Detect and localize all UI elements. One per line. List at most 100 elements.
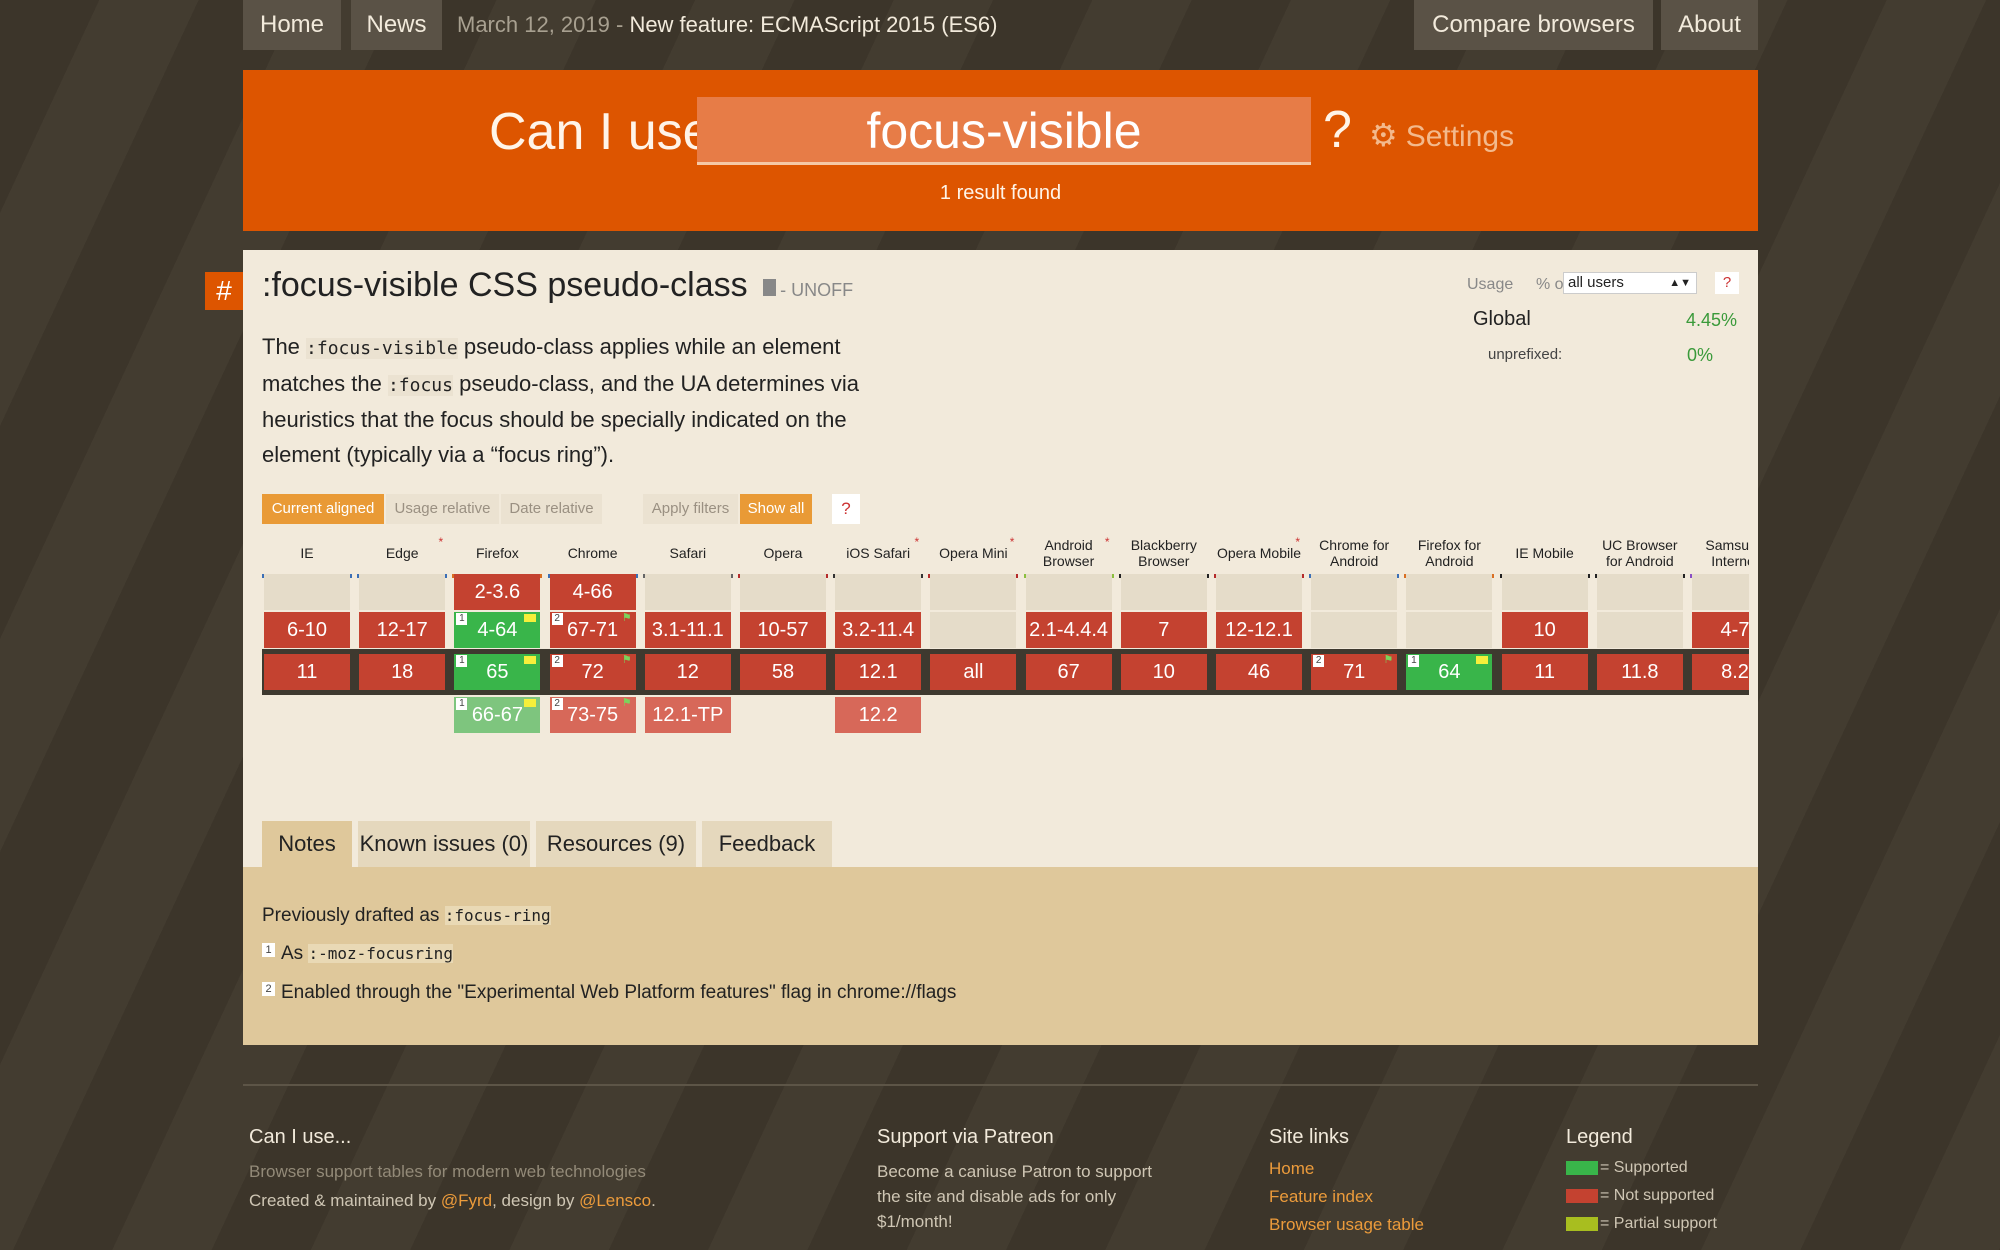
search-input[interactable]: focus-visible [697,97,1311,165]
browser-header-chrome[interactable]: Chrome [547,532,638,578]
support-cell[interactable]: 11 [264,654,350,690]
footer-patreon: Support via Patreon Become a caniuse Pat… [877,1126,1167,1234]
usage-unprefixed-label: unprefixed: [1488,346,1563,363]
browser-header-opera-mini[interactable]: Opera Mini * [928,532,1019,578]
support-cell[interactable]: 67 [1025,654,1112,690]
support-cell[interactable]: 10 [1120,654,1207,690]
support-cell[interactable]: 2-3.6 [454,574,541,610]
browser-header-ie-mobile[interactable]: IE Mobile [1499,532,1590,578]
browser-header-firefox[interactable]: Firefox [452,532,543,578]
star-icon: * [914,535,920,549]
filter-usage-relative[interactable]: Usage relative [386,494,499,524]
version-range: 4-66 [572,581,613,603]
filter-show-all[interactable]: Show all [740,494,812,524]
version-range: 11 [1534,661,1555,683]
support-cell[interactable]: 67-71 2 ⚑ [549,612,636,648]
usage-global-label: Global [1473,308,1531,330]
lensco-link[interactable]: @Lensco [579,1191,651,1210]
support-cell[interactable]: 46 [1216,654,1302,690]
support-cell[interactable]: 58 [740,654,826,690]
support-cell[interactable]: 18 [359,654,446,690]
prefix-icon [524,614,537,622]
support-cell[interactable]: 4-7 [1692,612,1749,648]
support-cell[interactable]: 6-10 [264,612,350,648]
support-cell[interactable]: 73-75 2 ⚑ [549,697,636,733]
nav-home[interactable]: Home [243,0,341,50]
browser-header-opera[interactable]: Opera [738,532,828,578]
desc-code: :focus-visible [306,338,458,359]
footer-link-home[interactable]: Home [1269,1159,1489,1179]
footer-patreon-text[interactable]: Become a caniuse Patron to support the s… [877,1159,1167,1234]
filter-date-relative[interactable]: Date relative [501,494,602,524]
browser-header-blackberry-browser[interactable]: Blackberry Browser [1118,532,1209,578]
filter-current-aligned[interactable]: Current aligned [262,494,384,524]
support-cell[interactable]: 72 2 ⚑ [549,654,636,690]
support-cell-empty [1120,574,1207,610]
browser-header-opera-mobile[interactable]: Opera Mobile * [1214,532,1304,578]
usage-select[interactable]: all users ▲▼ [1563,272,1697,294]
support-cell[interactable]: 8.2 [1692,654,1749,690]
support-cell[interactable]: 3.1-11.1 [644,612,731,648]
support-cell[interactable]: 11.8 [1596,654,1683,690]
support-cell[interactable]: 12-17 [359,612,446,648]
support-cell-empty [644,574,731,610]
browser-header-firefox-for-android[interactable]: Firefox for Android [1404,532,1495,578]
filter-help-button[interactable]: ? [832,494,860,524]
news-title-link[interactable]: New feature: ECMAScript 2015 (ES6) [629,12,997,37]
support-cell[interactable]: 12.1 [835,654,922,690]
browser-header-safari[interactable]: Safari [642,532,733,578]
browser-name: UC Browser for Android [1602,537,1678,569]
support-cell[interactable]: 4-66 [549,574,636,610]
support-cell[interactable]: 10 [1501,612,1588,648]
support-cell[interactable]: all [930,654,1017,690]
browser-header-android-browser[interactable]: Android Browser * [1023,532,1114,578]
support-cell[interactable]: 12-12.1 [1216,612,1302,648]
support-cell[interactable]: 12.2 [835,697,922,733]
feature-title: :focus-visible CSS pseudo-class [262,266,748,304]
browser-name: Edge [385,545,419,561]
tab-resources[interactable]: Resources (9) [536,821,696,867]
support-cell-empty [740,574,826,610]
support-cell[interactable]: 10-57 [740,612,826,648]
browser-header-samsung-internet[interactable]: Samsung Internet [1690,532,1749,578]
nav-compare-browsers[interactable]: Compare browsers [1414,0,1653,50]
support-cell[interactable]: 65 1 [454,654,541,690]
nav-about[interactable]: About [1661,0,1758,50]
search-prefix: Can I use [489,103,712,161]
filter-apply-filters[interactable]: Apply filters [643,494,738,524]
browser-header-ie[interactable]: IE [262,532,352,578]
footer-link-usage-table[interactable]: Browser usage table [1269,1215,1489,1235]
version-range: 18 [391,661,414,683]
settings-button[interactable]: ⚙ Settings [1369,116,1514,154]
browser-name: Opera [763,545,803,561]
tab-notes[interactable]: Notes [262,821,352,867]
footer-tagline: Browser support tables for modern web te… [249,1162,646,1181]
footer-site-links: Site links Home Feature index Browser us… [1269,1126,1489,1243]
support-cell[interactable]: 12 [644,654,731,690]
tab-feedback[interactable]: Feedback [702,821,832,867]
document-icon[interactable] [763,278,777,296]
fyrd-link[interactable]: @Fyrd [441,1191,492,1210]
support-cell[interactable]: 71 2 ⚑ [1311,654,1398,690]
usage-help-button[interactable]: ? [1715,272,1739,294]
support-cell[interactable]: 3.2-11.4 [835,612,922,648]
browser-header-uc-browser-for-android[interactable]: UC Browser for Android [1594,532,1685,578]
browser-header-ios-safari[interactable]: iOS Safari * [833,532,924,578]
gear-icon: ⚙ [1369,117,1398,153]
nav-news[interactable]: News [351,0,442,50]
support-cell[interactable]: 64 1 [1406,654,1493,690]
support-cell[interactable]: 4-64 1 [454,612,541,648]
browser-header-chrome-for-android[interactable]: Chrome for Android [1309,532,1400,578]
support-cell[interactable]: 2.1-4.4.4 [1025,612,1112,648]
footer-patreon-title: Support via Patreon [877,1126,1054,1148]
support-cell[interactable]: 66-67 1 [454,697,541,733]
feature-anchor-link[interactable]: # [205,272,243,310]
support-cell-empty [1501,574,1588,610]
star-icon: * [1295,535,1300,549]
support-cell[interactable]: 11 [1501,654,1588,690]
footer-link-feature-index[interactable]: Feature index [1269,1187,1489,1207]
browser-header-edge[interactable]: Edge * [357,532,448,578]
support-cell[interactable]: 12.1-TP [644,697,731,733]
tab-known-issues[interactable]: Known issues (0) [358,821,530,867]
support-cell[interactable]: 7 [1120,612,1207,648]
